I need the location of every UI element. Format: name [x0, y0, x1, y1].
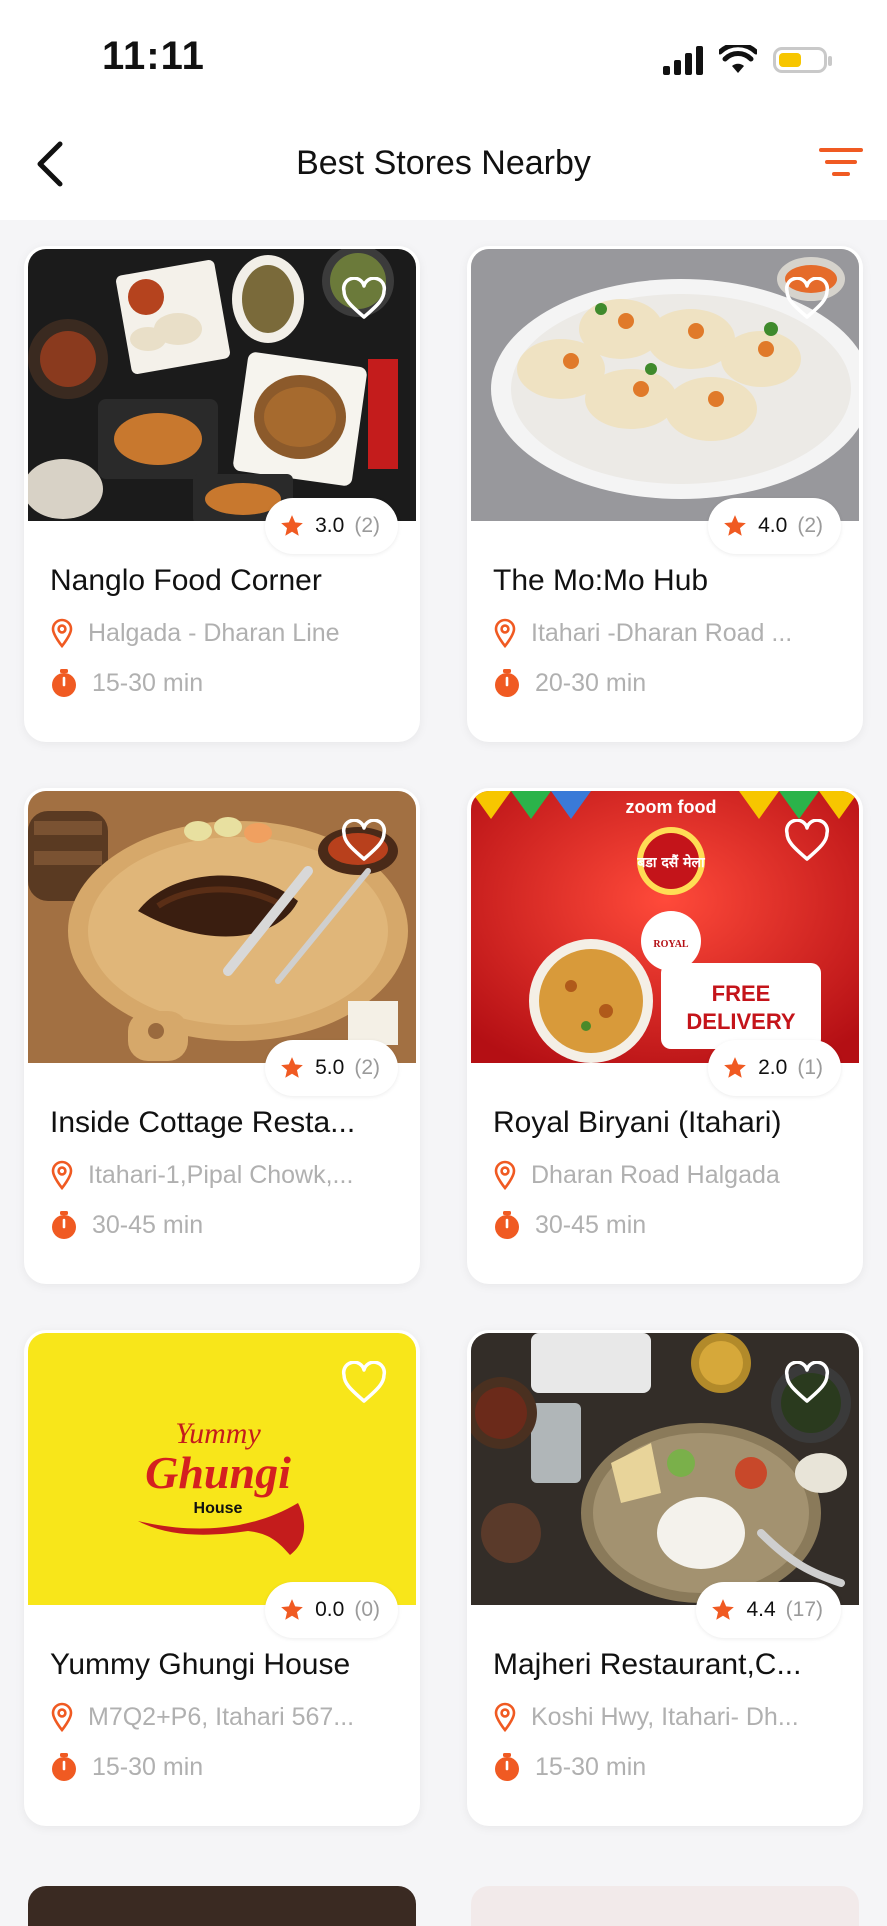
review-count: (2) [354, 514, 380, 537]
location-pin-icon [51, 1160, 73, 1190]
location-pin-icon [494, 1160, 516, 1190]
rating-badge: 3.0 (2) [265, 498, 398, 554]
store-name: Inside Cottage Resta... [50, 1106, 356, 1139]
store-name: Majheri Restaurant,C... [493, 1648, 802, 1681]
store-grid: 3.0 (2) Nanglo Food Corner Halgada - Dha… [24, 246, 863, 1826]
status-icons [663, 40, 832, 80]
store-address: Itahari -Dharan Road ... [493, 618, 843, 648]
rating-value: 3.0 [315, 514, 345, 537]
star-icon [724, 1057, 746, 1078]
store-image: Yummy Ghungi House [28, 1333, 416, 1605]
store-image [28, 791, 416, 1063]
store-name: The Mo:Mo Hub [493, 564, 709, 597]
star-icon [281, 1057, 303, 1078]
delivery-time: 20-30 min [493, 668, 843, 698]
delivery-time: 15-30 min [50, 668, 400, 698]
store-card[interactable]: 4.4 (17) Majheri Restaurant,C... Koshi H… [467, 1330, 863, 1826]
store-card[interactable]: 4.0 (2) The Mo:Mo Hub Itahari -Dharan Ro… [467, 246, 863, 742]
rating-value: 4.0 [758, 514, 788, 537]
review-count: (17) [785, 1598, 823, 1621]
promo-delivery: DELIVERY [686, 1009, 796, 1034]
store-address: Koshi Hwy, Itahari- Dh... [493, 1702, 843, 1732]
rating-value: 0.0 [315, 1598, 345, 1621]
review-count: (0) [354, 1598, 380, 1621]
review-count: (2) [354, 1056, 380, 1079]
timer-icon [495, 1211, 519, 1239]
star-icon [712, 1599, 735, 1620]
review-count: (1) [797, 1056, 823, 1079]
header: Best Stores Nearby [0, 110, 887, 220]
filter-icon [819, 148, 863, 176]
rating-value: 2.0 [758, 1056, 788, 1079]
filter-button[interactable] [817, 144, 865, 184]
favorite-button[interactable] [340, 277, 388, 321]
favorite-button[interactable] [783, 819, 831, 863]
delivery-time: 30-45 min [50, 1210, 400, 1240]
favorite-button[interactable] [783, 1361, 831, 1405]
review-count: (2) [797, 514, 823, 537]
store-image [471, 1333, 859, 1605]
promo-logo: ROYAL [653, 939, 689, 950]
wifi-icon [719, 45, 757, 73]
heart-icon [341, 819, 387, 861]
promo-free: FREE [712, 981, 771, 1006]
status-bar: 11:11 [0, 0, 887, 110]
ghungi-logo-line2: Ghungi [145, 1447, 291, 1498]
timer-icon [52, 669, 76, 697]
store-image [471, 249, 859, 521]
heart-icon [341, 1361, 387, 1403]
rating-badge: 5.0 (2) [265, 1040, 398, 1096]
heart-icon [784, 819, 830, 861]
delivery-time: 15-30 min [493, 1752, 843, 1782]
rating-badge: 4.0 (2) [708, 498, 841, 554]
rating-value: 5.0 [315, 1056, 345, 1079]
store-card-peek[interactable] [471, 1886, 859, 1926]
store-image: zoom food बडा दसैं मेला ROYAL FREE DELIV… [471, 791, 859, 1063]
store-address: Itahari-1,Pipal Chowk,... [50, 1160, 400, 1190]
store-card[interactable]: zoom food बडा दसैं मेला ROYAL FREE DELIV… [467, 788, 863, 1284]
store-address: Dharan Road Halgada [493, 1160, 843, 1190]
store-address: Halgada - Dharan Line [50, 618, 400, 648]
favorite-button[interactable] [340, 1361, 388, 1405]
heart-icon [341, 277, 387, 319]
store-card[interactable]: 3.0 (2) Nanglo Food Corner Halgada - Dha… [24, 246, 420, 742]
favorite-button[interactable] [783, 277, 831, 321]
page-title: Best Stores Nearby [296, 144, 591, 182]
rating-badge: 4.4 (17) [696, 1582, 841, 1638]
cellular-signal-icon [663, 45, 703, 75]
heart-icon [784, 277, 830, 319]
star-icon [281, 515, 303, 536]
heart-icon [784, 1361, 830, 1403]
delivery-time: 30-45 min [493, 1210, 843, 1240]
star-icon [724, 515, 746, 536]
status-time: 11:11 [102, 34, 205, 78]
store-card[interactable]: 5.0 (2) Inside Cottage Resta... Itahari-… [24, 788, 420, 1284]
store-name: Nanglo Food Corner [50, 564, 322, 597]
timer-icon [495, 1753, 519, 1781]
location-pin-icon [51, 1702, 73, 1732]
delivery-time: 15-30 min [50, 1752, 400, 1782]
battery-icon [773, 47, 832, 73]
promo-badge: बडा दसैं मेला [636, 854, 706, 871]
rating-badge: 0.0 (0) [265, 1582, 398, 1638]
store-image [28, 249, 416, 521]
timer-icon [52, 1211, 76, 1239]
store-address: M7Q2+P6, Itahari 567... [50, 1702, 400, 1732]
promo-brand: zoom food [626, 797, 717, 817]
store-card-peek[interactable] [28, 1886, 416, 1926]
timer-icon [495, 669, 519, 697]
favorite-button[interactable] [340, 819, 388, 863]
ghungi-logo-line1: Yummy [175, 1417, 261, 1450]
timer-icon [52, 1753, 76, 1781]
location-pin-icon [494, 1702, 516, 1732]
star-icon [281, 1599, 303, 1620]
store-name: Yummy Ghungi House [50, 1648, 351, 1681]
location-pin-icon [51, 618, 73, 648]
rating-badge: 2.0 (1) [708, 1040, 841, 1096]
store-name: Royal Biryani (Itahari) [493, 1106, 782, 1139]
store-card[interactable]: Yummy Ghungi House 0.0 (0) Yummy Ghungi … [24, 1330, 420, 1826]
ghungi-logo-line3: House [194, 1500, 243, 1517]
location-pin-icon [494, 618, 516, 648]
rating-value: 4.4 [746, 1598, 776, 1621]
